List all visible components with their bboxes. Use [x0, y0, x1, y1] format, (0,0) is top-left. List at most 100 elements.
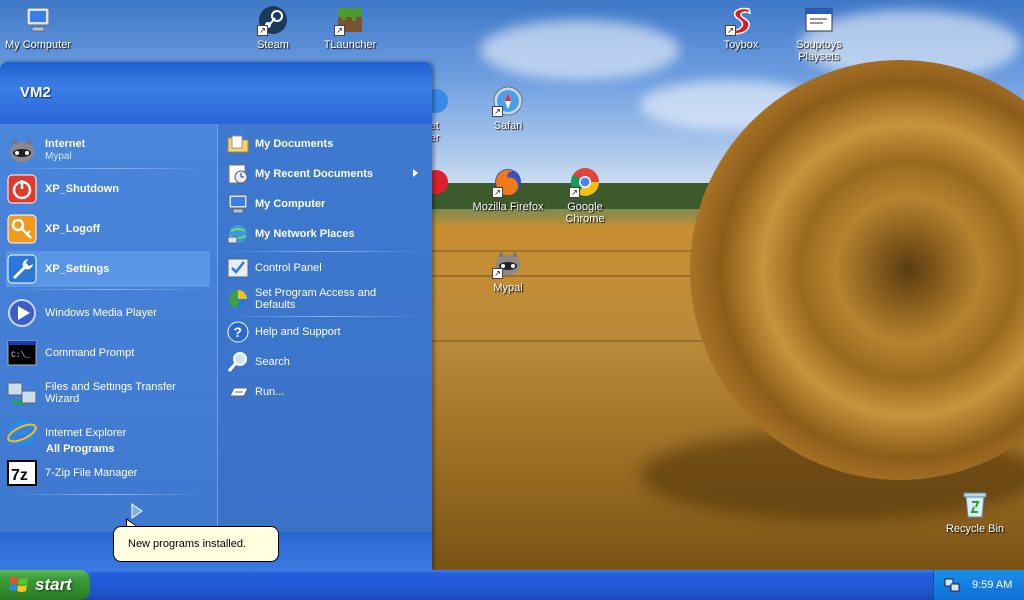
start-item-title: Run...: [255, 386, 285, 398]
start-item-my-recent-documents[interactable]: My Recent Documents: [226, 161, 426, 187]
cloud: [480, 20, 680, 80]
search-icon: [226, 350, 250, 374]
grass-block-icon: ↗: [334, 4, 366, 36]
firefox-icon: ↗: [492, 166, 524, 198]
field-row: [430, 340, 730, 342]
system-tray: 9:59 AM: [933, 570, 1024, 600]
start-item-my-computer[interactable]: My Computer: [226, 191, 426, 217]
desktop-icon-label: Mozilla Firefox: [472, 201, 544, 213]
shortcut-arrow-icon: ↗: [725, 25, 736, 36]
start-item-xp-logoff[interactable]: XP_Logoff: [6, 211, 210, 247]
start-item-run[interactable]: Run...: [226, 379, 426, 405]
desktop-icon-recycle-bin[interactable]: Recycle Bin: [937, 488, 1013, 535]
start-item-text: Set Program Access and Defaults: [255, 287, 376, 311]
start-item-search[interactable]: Search: [226, 349, 426, 375]
desktop-icon-label: Steam: [257, 39, 289, 51]
taskbar: start 9:59 AM: [0, 570, 1024, 600]
start-item-xp-shutdown[interactable]: XP_Shutdown: [6, 171, 210, 207]
desktop-icon-toybox[interactable]: ↗ Toybox: [703, 4, 779, 51]
start-item-title: Command Prompt: [45, 347, 135, 359]
power-icon: [6, 173, 38, 205]
desktop-icon-label: Souptoys Playsets: [796, 39, 842, 63]
command-prompt-icon: C:\_: [6, 337, 38, 369]
folder-documents-icon: [226, 132, 250, 156]
desktop-icon-firefox[interactable]: ↗ Mozilla Firefox: [470, 166, 546, 213]
svg-text:7z: 7z: [11, 467, 28, 484]
desktop-icon-mypal[interactable]: ↗ Mypal: [470, 247, 546, 294]
separator: [8, 168, 208, 169]
help-icon: ?: [226, 320, 250, 344]
wrench-icon: [6, 253, 38, 285]
computer-icon: [226, 192, 250, 216]
start-item-control-panel[interactable]: Control Panel: [226, 255, 426, 281]
start-item-text: Internet Mypal: [45, 138, 85, 163]
start-item-help-and-support[interactable]: ? Help and Support: [226, 319, 426, 345]
start-item-set-program-access[interactable]: Set Program Access and Defaults: [226, 285, 426, 313]
start-menu-header: VM2: [0, 62, 432, 124]
shortcut-arrow-icon: ↗: [569, 187, 580, 198]
start-item-title: Internet Explorer: [45, 427, 127, 439]
start-item-title: Help and Support: [255, 326, 341, 338]
shortcut-arrow-icon: ↗: [492, 106, 503, 117]
start-item-title: Set Program Access and: [255, 287, 377, 299]
start-item-title: Defaults: [255, 299, 296, 311]
shortcut-arrow-icon: ↗: [257, 25, 268, 36]
desktop-icon-souptoys[interactable]: Souptoys Playsets: [781, 4, 857, 63]
svg-text:C:\_: C:\_: [11, 351, 30, 360]
start-item-xp-settings[interactable]: XP_Settings: [6, 251, 210, 287]
clock[interactable]: 9:59 AM: [972, 579, 1012, 591]
separator: [8, 289, 208, 290]
program-access-icon: [226, 287, 250, 311]
start-item-title: Windows Media Player: [45, 307, 157, 319]
desktop-icon-label: Toybox: [723, 39, 759, 51]
windows-flag-icon: [9, 577, 28, 592]
start-item-7zip[interactable]: 7z 7-Zip File Manager: [6, 455, 210, 491]
start-item-my-network-places[interactable]: My Network Places: [226, 221, 426, 247]
raccoon-icon: [6, 134, 38, 166]
control-panel-icon: [226, 256, 250, 280]
desktop-icon-label: TLauncher: [323, 39, 377, 51]
steam-icon: ↗: [257, 4, 289, 36]
desktop-icon-safari[interactable]: ↗ Safari: [470, 85, 546, 132]
start-item-title: XP_Shutdown: [45, 182, 119, 195]
network-places-icon: [226, 222, 250, 246]
start-item-windows-media-player[interactable]: Windows Media Player: [6, 295, 210, 331]
raccoon-icon: ↗: [492, 247, 524, 279]
desktop-icon-chrome[interactable]: ↗ Google Chrome: [547, 166, 623, 225]
start-item-subtitle: Mypal: [45, 150, 72, 162]
start-item-title: My Network Places: [255, 228, 355, 240]
desktop-icon-label: My Computer: [4, 39, 72, 51]
start-label: start: [35, 575, 72, 594]
start-button[interactable]: start: [0, 570, 90, 600]
start-item-my-documents[interactable]: My Documents: [226, 131, 426, 157]
computer-icon: [22, 4, 54, 36]
submenu-arrow-icon: [413, 169, 418, 177]
chrome-icon: ↗: [569, 166, 601, 198]
start-item-command-prompt[interactable]: C:\_ Command Prompt: [6, 335, 210, 371]
desktop-icon-tlauncher[interactable]: ↗ TLauncher: [312, 4, 388, 51]
start-item-title: XP_Settings: [45, 262, 110, 275]
balloon-text: New programs installed.: [128, 538, 246, 550]
start-item-title: My Recent Documents: [255, 168, 373, 180]
shortcut-arrow-icon: ↗: [492, 268, 503, 279]
desktop-icon-label: Recycle Bin: [945, 523, 1005, 535]
start-item-title: Internet: [45, 137, 86, 150]
start-item-title: My Computer: [255, 198, 326, 210]
start-item-title: Files and Settings Transfer Wizard: [45, 381, 176, 405]
all-programs-button[interactable]: All Programs: [46, 443, 114, 455]
transfer-wizard-icon: [6, 377, 38, 409]
network-tray-icon[interactable]: [944, 577, 960, 593]
recent-documents-icon: [226, 162, 250, 186]
start-item-internet[interactable]: Internet Mypal: [6, 132, 210, 168]
shortcut-arrow-icon: ↗: [334, 25, 345, 36]
desktop-icon-my-computer[interactable]: My Computer: [0, 4, 76, 51]
start-item-title: Search: [255, 356, 290, 368]
media-player-icon: [6, 297, 38, 329]
start-item-transfer-wizard[interactable]: Files and Settings Transfer Wizard: [6, 375, 210, 411]
start-item-title: XP_Logoff: [45, 222, 100, 235]
new-programs-balloon[interactable]: New programs installed.: [113, 526, 279, 562]
desktop-icon-steam[interactable]: ↗ Steam: [235, 4, 311, 51]
separator: [226, 316, 422, 317]
toybox-s-icon: ↗: [725, 4, 757, 36]
start-item-title: My Documents: [255, 138, 334, 150]
